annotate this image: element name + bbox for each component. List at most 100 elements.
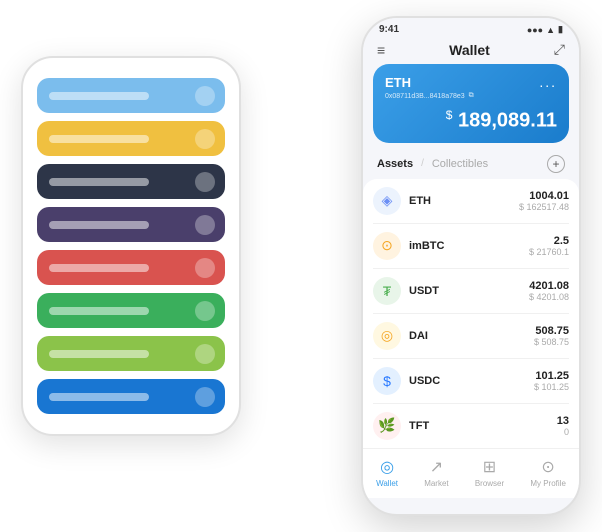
card-row[interactable] (37, 207, 225, 242)
token-amounts: 508.75$ 508.75 (534, 325, 569, 347)
nav-item-browser[interactable]: ⊞ Browser (475, 457, 504, 488)
nav-icon-browser: ⊞ (483, 457, 496, 477)
status-icons: ●●● ▲ ▮ (527, 24, 563, 35)
foreground-phone: 9:41 ●●● ▲ ▮ ≡ Wallet ⤢ ETH ... 0x08711d… (361, 16, 581, 516)
eth-card-name: ETH (385, 75, 411, 90)
token-usd: $ 4201.08 (529, 292, 569, 302)
token-usd: $ 101.25 (534, 382, 569, 392)
card-row[interactable] (37, 121, 225, 156)
nav-label-browser: Browser (475, 479, 504, 488)
nav-icon-market: ↗ (430, 457, 443, 477)
token-icon: ₮ (373, 277, 401, 305)
time: 9:41 (379, 24, 399, 35)
card-row-text (49, 350, 149, 358)
token-icon: 🌿 (373, 412, 401, 440)
add-asset-button[interactable]: + (547, 155, 565, 173)
token-usd: $ 162517.48 (519, 202, 569, 212)
nav-icon-my-profile: ⊙ (541, 457, 554, 477)
token-amounts: 130 (557, 415, 569, 437)
token-item[interactable]: ⊙ imBTC2.5$ 21760.1 (373, 224, 569, 269)
token-item[interactable]: 🌿 TFT130 (373, 404, 569, 448)
token-amount: 101.25 (534, 370, 569, 382)
card-row-text (49, 393, 149, 401)
scene: 9:41 ●●● ▲ ▮ ≡ Wallet ⤢ ETH ... 0x08711d… (21, 16, 581, 516)
token-name: imBTC (409, 240, 529, 252)
token-amounts: 101.25$ 101.25 (534, 370, 569, 392)
wallet-title: Wallet (449, 42, 490, 58)
token-usd: $ 508.75 (534, 337, 569, 347)
card-row-text (49, 221, 149, 229)
nav-icon-wallet: ◎ (380, 457, 394, 477)
assets-tab-collectibles[interactable]: Collectibles (432, 158, 488, 170)
copy-icon[interactable]: ⧉ (469, 92, 474, 100)
assets-header: Assets / Collectibles + (363, 153, 579, 179)
card-row[interactable] (37, 78, 225, 113)
token-amount: 508.75 (534, 325, 569, 337)
tab-divider: / (421, 158, 424, 169)
card-row[interactable] (37, 293, 225, 328)
token-item[interactable]: ₮ USDT4201.08$ 4201.08 (373, 269, 569, 314)
background-phone (21, 56, 241, 436)
battery-icon: ▮ (558, 24, 563, 35)
token-amount: 4201.08 (529, 280, 569, 292)
phone-header: ≡ Wallet ⤢ (363, 37, 579, 64)
token-item[interactable]: ◈ ETH1004.01$ 162517.48 (373, 179, 569, 224)
hamburger-icon[interactable]: ≡ (377, 42, 385, 58)
card-row-icon (195, 172, 215, 192)
balance-prefix: $ (446, 108, 453, 122)
assets-tab-active[interactable]: Assets (377, 158, 413, 170)
card-row-text (49, 307, 149, 315)
token-icon: ◎ (373, 322, 401, 350)
card-row-text (49, 178, 149, 186)
card-row-icon (195, 301, 215, 321)
card-row[interactable] (37, 164, 225, 199)
eth-card[interactable]: ETH ... 0x08711d3B...8418a78e3 ⧉ $ 189,0… (373, 64, 569, 143)
wifi-icon: ▲ (546, 25, 555, 35)
card-row-icon (195, 129, 215, 149)
card-row[interactable] (37, 336, 225, 371)
nav-label-wallet: Wallet (376, 479, 398, 488)
token-name: DAI (409, 330, 534, 342)
balance-value: 189,089.11 (458, 110, 557, 132)
token-icon: ◈ (373, 187, 401, 215)
nav-label-market: Market (424, 479, 448, 488)
token-amount: 13 (557, 415, 569, 427)
status-bar: 9:41 ●●● ▲ ▮ (363, 18, 579, 37)
card-row-text (49, 92, 149, 100)
expand-icon[interactable]: ⤢ (554, 41, 565, 58)
card-row-text (49, 264, 149, 272)
token-amount: 2.5 (529, 235, 569, 247)
card-row-icon (195, 344, 215, 364)
nav-item-market[interactable]: ↗ Market (424, 457, 448, 488)
token-name: USDT (409, 285, 529, 297)
nav-label-my-profile: My Profile (530, 479, 566, 488)
nav-item-wallet[interactable]: ◎ Wallet (376, 457, 398, 488)
token-name: USDC (409, 375, 534, 387)
token-icon: ⊙ (373, 232, 401, 260)
token-item[interactable]: ◎ DAI508.75$ 508.75 (373, 314, 569, 359)
signal-icon: ●●● (527, 25, 543, 35)
nav-item-my-profile[interactable]: ⊙ My Profile (530, 457, 566, 488)
token-amounts: 2.5$ 21760.1 (529, 235, 569, 257)
eth-card-address: 0x08711d3B...8418a78e3 ⧉ (385, 92, 557, 100)
assets-tabs: Assets / Collectibles (377, 158, 488, 170)
eth-card-balance: $ 189,089.11 (385, 108, 557, 133)
eth-card-more[interactable]: ... (539, 74, 557, 90)
token-name: TFT (409, 420, 557, 432)
token-amount: 1004.01 (519, 190, 569, 202)
token-usd: $ 21760.1 (529, 247, 569, 257)
card-row-icon (195, 215, 215, 235)
token-item[interactable]: $ USDC101.25$ 101.25 (373, 359, 569, 404)
token-amounts: 1004.01$ 162517.48 (519, 190, 569, 212)
token-icon: $ (373, 367, 401, 395)
card-row-icon (195, 387, 215, 407)
token-list: ◈ ETH1004.01$ 162517.48 ⊙ imBTC2.5$ 21760.1… (363, 179, 579, 448)
card-row[interactable] (37, 250, 225, 285)
card-row-text (49, 135, 149, 143)
token-name: ETH (409, 195, 519, 207)
card-row[interactable] (37, 379, 225, 414)
card-row-icon (195, 86, 215, 106)
bottom-nav: ◎ Wallet ↗ Market ⊞ Browser ⊙ My Profile (363, 448, 579, 498)
card-row-icon (195, 258, 215, 278)
token-amounts: 4201.08$ 4201.08 (529, 280, 569, 302)
